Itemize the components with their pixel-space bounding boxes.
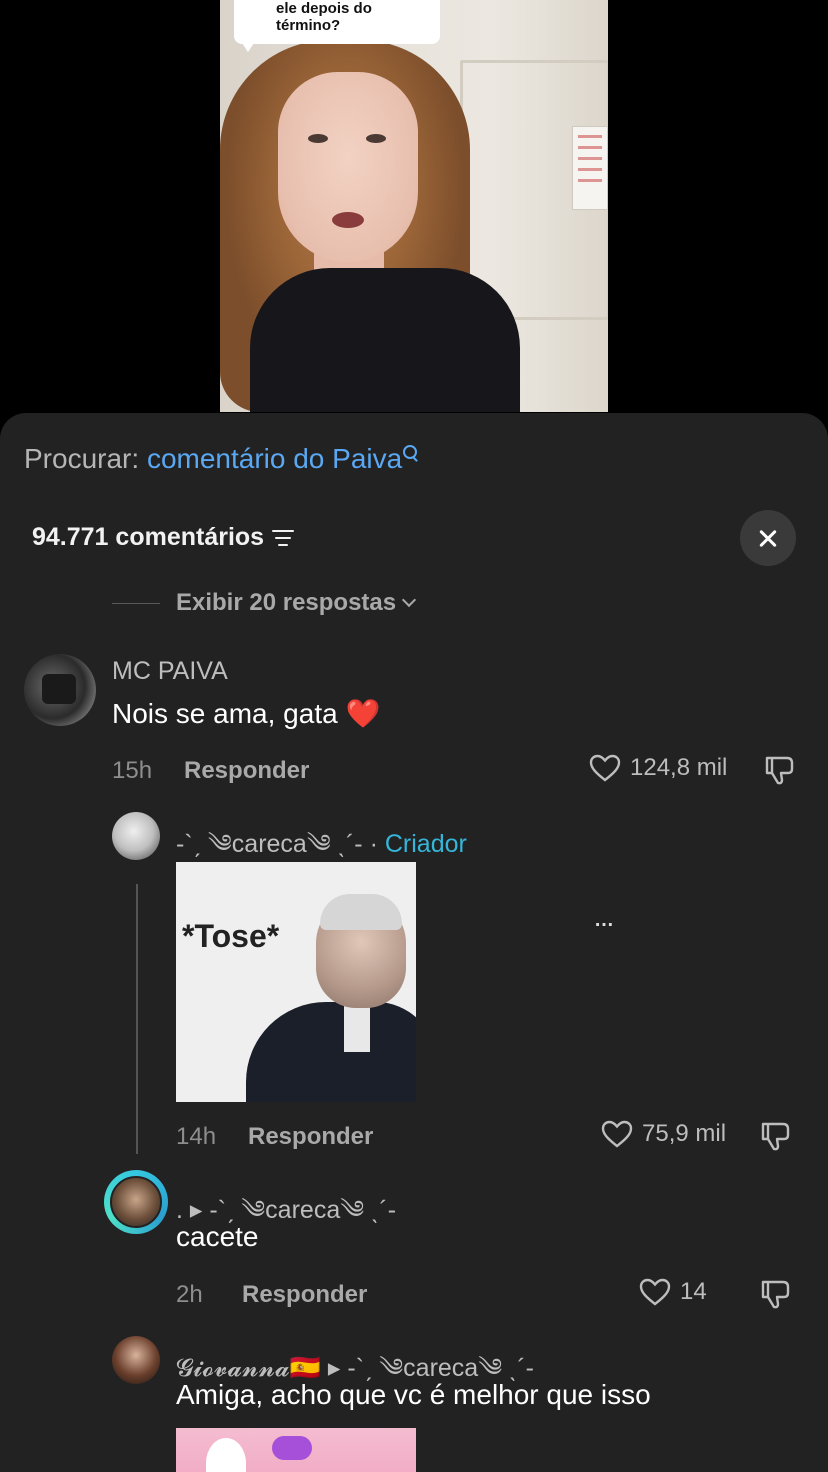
gif-person-hair <box>320 894 402 930</box>
like-count: 75,9 mil <box>642 1120 727 1147</box>
thread-line <box>136 884 138 1154</box>
heart-icon <box>601 1120 633 1148</box>
more-options-icon[interactable]: … <box>594 909 614 932</box>
sticker-bow <box>272 1436 312 1460</box>
red-heart-emoji: ❤️ <box>345 698 381 729</box>
view-replies-button[interactable]: Exibir 20 respostas <box>112 589 417 617</box>
reply-text: cacete <box>176 1221 259 1252</box>
comments-sheet: Procurar: comentário do Paiva 94.771 com… <box>0 413 828 1472</box>
reply-time: 14h <box>176 1123 217 1150</box>
gif-collar <box>344 1002 370 1052</box>
video-frame[interactable] <box>220 0 608 412</box>
reply-button[interactable]: Responder <box>184 757 309 785</box>
dislike-icon[interactable] <box>758 1119 792 1153</box>
creator-badge: Criador <box>384 830 467 858</box>
avatar-mc-paiva[interactable] <box>24 654 96 726</box>
search-label: Procurar: <box>24 443 140 474</box>
close-icon[interactable] <box>740 510 796 566</box>
like-count: 14 <box>680 1278 707 1305</box>
comment-username[interactable]: MC PAIVA <box>112 657 228 686</box>
door-notice-image <box>572 126 608 210</box>
comments-count: 94.771 comentários <box>32 523 265 551</box>
eye-left <box>308 134 328 143</box>
reply-button[interactable]: Responder <box>248 1123 373 1151</box>
avatar-creator[interactable] <box>112 812 160 860</box>
video-area[interactable]: ele depois do término? <box>0 0 828 420</box>
avatar-user[interactable] <box>110 1176 162 1228</box>
heart-icon <box>589 754 621 782</box>
like-count: 124,8 mil <box>630 754 728 781</box>
reply-sticker-image[interactable] <box>176 1428 416 1472</box>
heart-icon <box>639 1278 671 1306</box>
comment-text: Nois se ama, gata ❤️ <box>112 697 380 730</box>
like-button[interactable]: 75,9 mil <box>600 1119 726 1149</box>
sticker-ear <box>206 1438 246 1472</box>
comment-text-body: Nois se ama, gata <box>112 698 338 729</box>
search-icon <box>402 445 420 465</box>
search-suggestion[interactable]: Procurar: comentário do Paiva <box>24 443 420 475</box>
reply-text: Amiga, acho que vc é melhor que isso <box>176 1379 651 1410</box>
dislike-icon[interactable] <box>758 1277 792 1311</box>
divider-line <box>112 602 160 604</box>
sort-filter-icon[interactable] <box>272 529 295 546</box>
dislike-icon[interactable] <box>762 753 796 787</box>
reply-gif-image[interactable]: *Tose* <box>176 862 416 1102</box>
view-replies-label: Exibir 20 respostas <box>176 589 397 616</box>
caption-line-2: término? <box>276 17 341 34</box>
avatar-giovanna[interactable] <box>112 1336 160 1384</box>
eye-right <box>366 134 386 143</box>
comments-count-row[interactable]: 94.771 comentários <box>32 523 295 552</box>
gif-person-body <box>246 1002 416 1102</box>
search-query-link[interactable]: comentário do Paiva <box>147 443 402 474</box>
reply-username-text: -`ˏ ༄careca༄ ˎ´- · <box>176 830 378 858</box>
mouth <box>332 212 364 228</box>
chevron-down-icon <box>402 592 417 608</box>
reply-time: 2h <box>176 1281 203 1308</box>
caption-line-1: ele depois do <box>276 0 372 17</box>
like-button[interactable]: 14 <box>638 1277 707 1307</box>
person-shirt <box>250 268 520 412</box>
video-caption-bubble: ele depois do término? <box>234 0 440 52</box>
gif-text: *Tose* <box>182 918 280 954</box>
reply-button[interactable]: Responder <box>242 1281 367 1309</box>
like-button[interactable]: 124,8 mil <box>588 753 727 783</box>
comment-time: 15h <box>112 757 153 784</box>
person-face <box>278 72 418 262</box>
